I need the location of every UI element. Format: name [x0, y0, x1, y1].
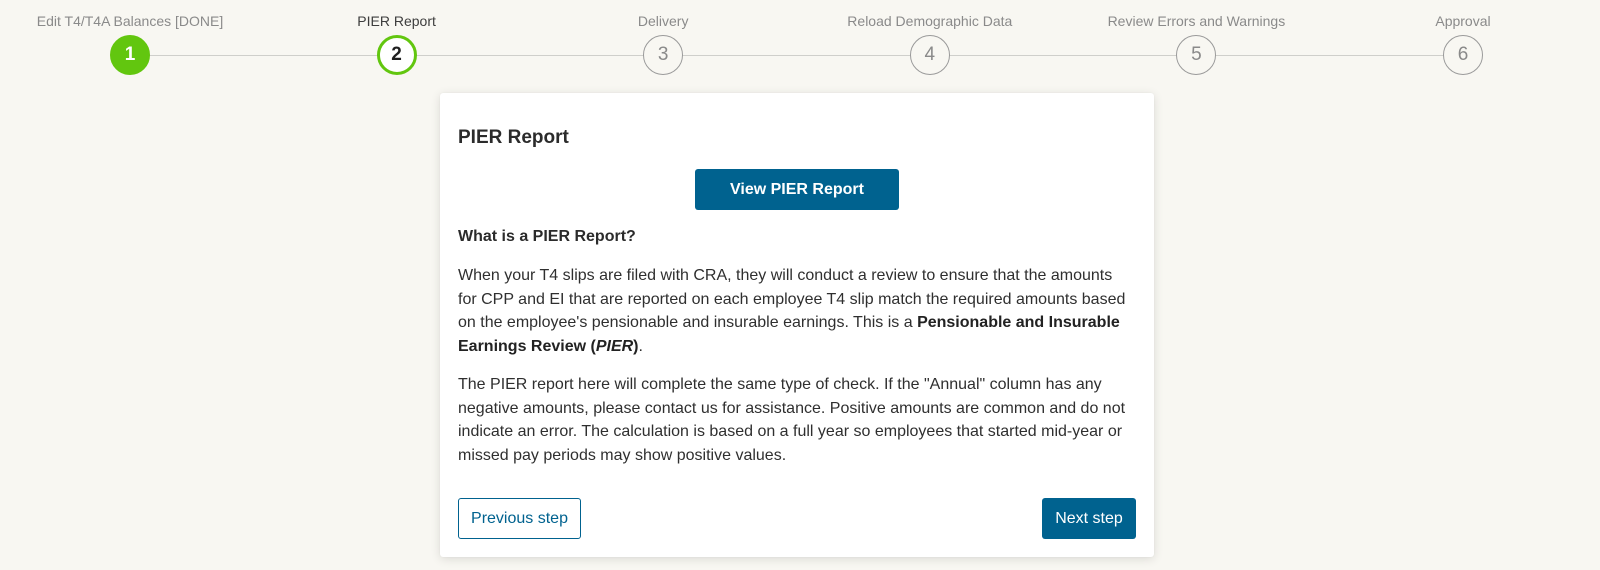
progress-stepper: Edit T4/T4A Balances [DONE] 1 PIER Repor…	[0, 0, 1600, 90]
pier-description-paragraph: When your T4 slips are filed with CRA, t…	[458, 267, 1126, 355]
step-number-circle[interactable]: 2	[376, 35, 417, 75]
step-label: Review Errors and Warnings	[1107, 13, 1286, 29]
step-number-circle[interactable]: 4	[909, 35, 950, 75]
step-number-circle[interactable]: 5	[1176, 35, 1217, 75]
section-question-heading: What is a PIER Report?	[458, 228, 636, 245]
step-3[interactable]: Delivery 3	[533, 0, 793, 75]
step-label: Edit T4/T4A Balances [DONE]	[36, 13, 224, 29]
next-step-button[interactable]: Next step	[1042, 498, 1136, 539]
step-label: Delivery	[637, 13, 689, 29]
step-4[interactable]: Reload Demographic Data 4	[800, 0, 1060, 75]
card-title: PIER Report	[458, 127, 569, 148]
step-label: Approval	[1435, 13, 1491, 29]
previous-step-button[interactable]: Previous step	[458, 498, 581, 539]
step-number-circle[interactable]: 6	[1443, 35, 1483, 75]
pier-check-paragraph: The PIER report here will complete the s…	[458, 376, 1126, 464]
step-number-circle[interactable]: 1	[110, 35, 150, 75]
para-italic-term: PIER	[595, 337, 634, 355]
step-label: Reload Demographic Data	[847, 13, 1013, 29]
step-label: PIER Report	[357, 13, 436, 29]
step-1[interactable]: Edit T4/T4A Balances [DONE] 1	[0, 0, 260, 75]
step-5[interactable]: Review Errors and Warnings 5	[1066, 0, 1326, 75]
pier-report-card: PIER Report View PIER Report What is a P…	[440, 93, 1154, 557]
step-2[interactable]: PIER Report 2	[267, 0, 527, 75]
view-pier-report-button[interactable]: View PIER Report	[695, 169, 899, 210]
step-number-circle[interactable]: 3	[643, 35, 684, 75]
step-6[interactable]: Approval 6	[1333, 0, 1593, 75]
